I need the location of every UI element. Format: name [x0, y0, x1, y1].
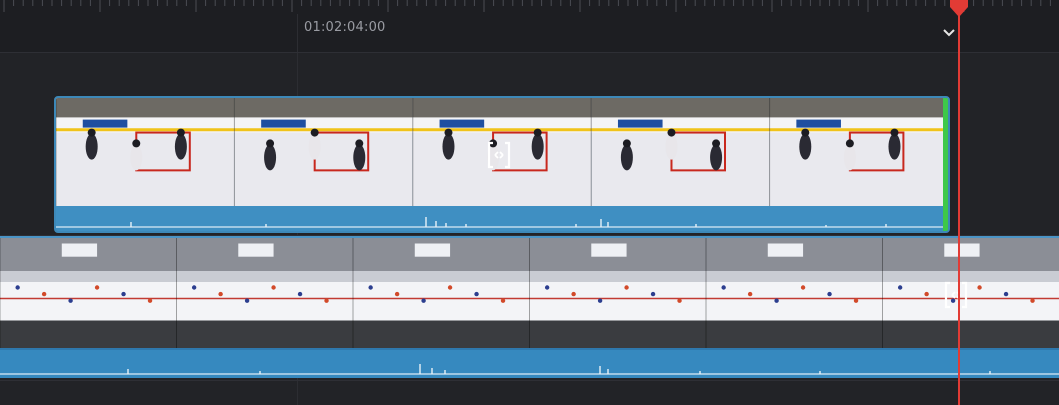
upper-clip-audio-waveform [56, 206, 948, 231]
clip-end-marker [943, 98, 948, 231]
timeline-panel[interactable]: 01:02:04:00 [0, 0, 1059, 405]
lower-clip-thumbnails [0, 238, 1059, 348]
track-divider [0, 52, 1059, 53]
chevron-down-icon[interactable] [942, 28, 956, 38]
trim-slip-icon[interactable] [486, 140, 512, 170]
lower-video-clip[interactable] [0, 236, 1059, 378]
playhead-icon[interactable] [949, 0, 969, 18]
trim-slip-icon[interactable] [943, 280, 969, 310]
timecode-ruler[interactable]: 01:02:04:00 [0, 0, 1059, 52]
track-divider [0, 380, 1059, 381]
ruler-timecode-label: 01:02:04:00 [304, 20, 386, 35]
lower-clip-audio-waveform [0, 350, 1059, 378]
ruler-ticks [3, 0, 1051, 12]
upper-video-clip[interactable] [54, 96, 950, 233]
playhead-line[interactable] [958, 8, 960, 405]
